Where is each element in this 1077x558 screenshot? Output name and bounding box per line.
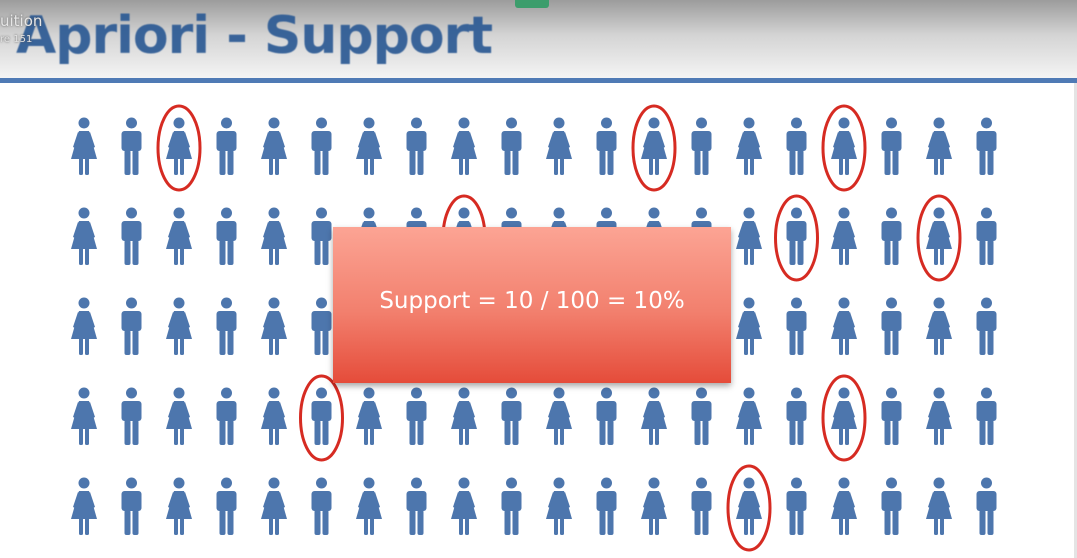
male-person-icon [786,117,807,175]
male-person-icon [216,297,237,355]
male-person-icon [786,477,807,535]
female-person-icon [641,477,667,535]
support-result-box: Support = 10 / 100 = 10% [333,227,731,383]
female-person-icon [166,477,192,535]
male-person-icon [881,297,902,355]
male-person-icon [501,477,522,535]
male-person-icon [216,477,237,535]
female-person-icon [831,297,857,355]
female-person-icon [261,387,287,445]
female-person-icon [71,117,97,175]
male-person-icon [311,387,332,445]
male-person-icon [786,207,807,265]
male-person-icon [881,207,902,265]
female-person-icon [736,117,762,175]
male-person-icon [406,117,427,175]
slide-header: Apriori - Support uition re 151 [0,0,1077,78]
male-person-icon [216,207,237,265]
female-person-icon [926,297,952,355]
male-person-icon [786,387,807,445]
female-person-icon [926,477,952,535]
male-person-icon [976,297,997,355]
video-title-overlay: uition [0,12,43,30]
male-person-icon [691,387,712,445]
female-person-icon [356,387,382,445]
female-person-icon [451,387,477,445]
male-person-icon [121,117,142,175]
male-person-icon [121,207,142,265]
support-formula: Support = 10 / 100 = 10% [379,288,685,314]
female-person-icon [546,477,572,535]
male-person-icon [881,477,902,535]
player-control-button[interactable] [515,0,549,8]
female-person-icon [71,207,97,265]
slide-title: Apriori - Support [16,6,493,66]
female-person-icon [926,207,952,265]
male-person-icon [691,477,712,535]
female-person-icon [546,117,572,175]
video-subtitle-overlay: re 151 [0,34,33,45]
female-person-icon [831,387,857,445]
female-person-icon [926,117,952,175]
male-person-icon [121,387,142,445]
female-person-icon [166,117,192,175]
male-person-icon [881,387,902,445]
female-person-icon [71,477,97,535]
female-person-icon [926,387,952,445]
male-person-icon [121,477,142,535]
female-person-icon [71,297,97,355]
female-person-icon [736,207,762,265]
female-person-icon [831,207,857,265]
female-person-icon [736,477,762,535]
male-person-icon [976,207,997,265]
female-person-icon [736,387,762,445]
female-person-icon [451,477,477,535]
male-person-icon [976,117,997,175]
female-person-icon [831,117,857,175]
male-person-icon [501,117,522,175]
male-person-icon [691,117,712,175]
female-person-icon [736,297,762,355]
male-person-icon [976,387,997,445]
male-person-icon [311,297,332,355]
title-divider [0,78,1077,83]
male-person-icon [311,117,332,175]
male-person-icon [596,477,617,535]
female-person-icon [261,477,287,535]
male-person-icon [596,117,617,175]
female-person-icon [71,387,97,445]
female-person-icon [166,297,192,355]
male-person-icon [311,207,332,265]
female-person-icon [261,207,287,265]
male-person-icon [121,297,142,355]
female-person-icon [356,477,382,535]
male-person-icon [311,477,332,535]
male-person-icon [406,387,427,445]
male-person-icon [596,387,617,445]
female-person-icon [261,297,287,355]
female-person-icon [641,387,667,445]
male-person-icon [216,387,237,445]
male-person-icon [786,297,807,355]
male-person-icon [976,477,997,535]
female-person-icon [831,477,857,535]
female-person-icon [166,207,192,265]
male-person-icon [881,117,902,175]
female-person-icon [451,117,477,175]
female-person-icon [166,387,192,445]
male-person-icon [406,477,427,535]
female-person-icon [546,387,572,445]
female-person-icon [356,117,382,175]
male-person-icon [501,387,522,445]
female-person-icon [641,117,667,175]
male-person-icon [216,117,237,175]
female-person-icon [261,117,287,175]
